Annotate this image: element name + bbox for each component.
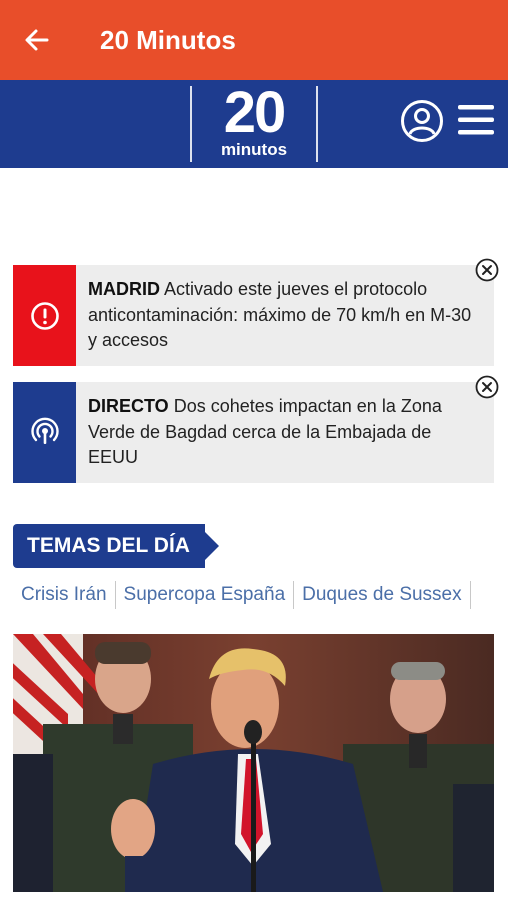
news-alert-directo[interactable]: DIRECTO Dos cohetes impactan en la Zona … xyxy=(13,375,499,483)
app-bar: 20 Minutos xyxy=(0,0,508,80)
brand-divider-left xyxy=(190,86,192,162)
back-button[interactable] xyxy=(0,0,74,80)
brand-divider-right xyxy=(316,86,318,162)
alert-tag: DIRECTO xyxy=(88,396,169,416)
close-icon[interactable] xyxy=(474,257,500,283)
temas-arrow xyxy=(205,532,219,560)
close-icon[interactable] xyxy=(474,374,500,400)
logo-word[interactable]: minutos xyxy=(216,141,292,159)
news-photo-image xyxy=(13,634,494,892)
brand-bar: 20 minutos xyxy=(0,80,508,168)
news-photo[interactable] xyxy=(13,634,494,892)
news-alert-madrid[interactable]: MADRID Activado este jueves el protocolo… xyxy=(13,258,499,366)
arrow-left-icon xyxy=(25,29,49,51)
alert-side-panel xyxy=(13,265,76,366)
user-circle-icon[interactable] xyxy=(400,99,444,143)
alert-tag: MADRID xyxy=(88,279,160,299)
topics-strip: Crisis Irán Supercopa España Duques de S… xyxy=(13,578,471,612)
alert-text: DIRECTO Dos cohetes impactan en la Zona … xyxy=(88,394,478,471)
exclamation-circle-icon xyxy=(30,301,59,330)
topic-link[interactable]: Supercopa España xyxy=(116,578,294,612)
broadcast-icon xyxy=(30,417,59,444)
app-bar-title: 20 Minutos xyxy=(100,24,236,55)
logo-number[interactable]: 20 xyxy=(216,84,292,142)
topic-link[interactable]: Crisis Irán xyxy=(13,578,115,612)
temas-label: TEMAS DEL DÍA xyxy=(13,524,205,568)
alert-text: MADRID Activado este jueves el protocolo… xyxy=(88,277,478,354)
topic-link[interactable]: Duques de Sussex xyxy=(294,578,470,612)
hamburger-menu-icon[interactable] xyxy=(456,102,496,138)
alert-side-panel xyxy=(13,382,76,483)
topic-divider xyxy=(469,581,471,609)
